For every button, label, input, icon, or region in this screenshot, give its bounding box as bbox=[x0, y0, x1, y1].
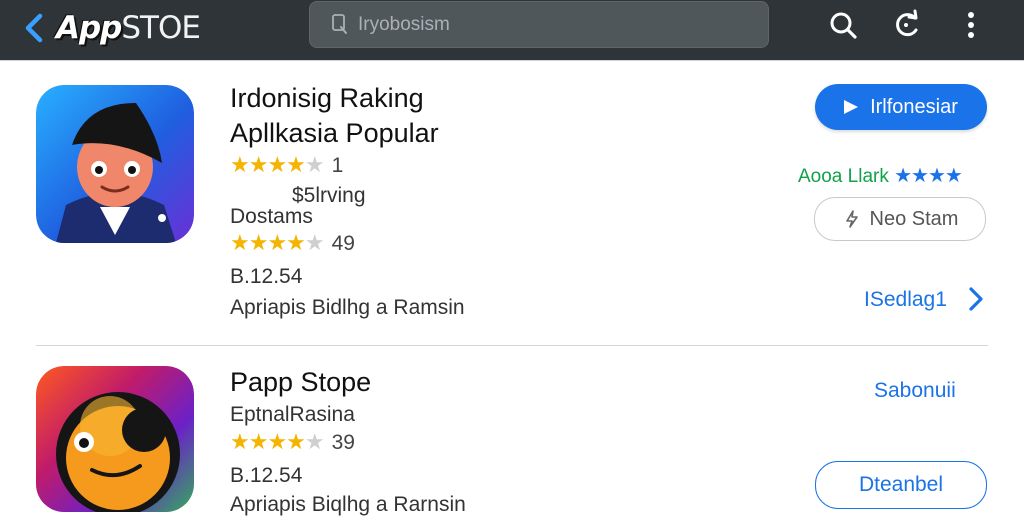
brand-part1: App bbox=[56, 10, 122, 46]
search-field-icon bbox=[332, 14, 347, 34]
app-version: B.12.54 bbox=[230, 464, 303, 487]
app-version: B.12.54 bbox=[230, 265, 303, 288]
app-category: Dostams bbox=[230, 205, 313, 228]
developer-label: Aooa Llark bbox=[798, 166, 889, 187]
rating-count: 49 bbox=[331, 232, 355, 255]
play-icon bbox=[844, 100, 859, 114]
rating-stars: ★★★★★ 49 bbox=[230, 230, 355, 256]
search-icon[interactable] bbox=[828, 8, 858, 42]
app-description: Apriapis Bidlhg a Ramsin bbox=[230, 296, 465, 319]
open-button-label: Dteanbel bbox=[858, 473, 944, 496]
secondary-button[interactable]: Neo Stam bbox=[814, 197, 986, 241]
details-link[interactable]: ISedlag1 bbox=[864, 288, 947, 312]
rating-stars: ★★★★★ 1 bbox=[230, 152, 344, 178]
brand-part2: STOE bbox=[121, 10, 201, 46]
developer-rating: Aooa Llark ★★★★ bbox=[798, 163, 963, 188]
rating-count: 1 bbox=[331, 154, 344, 177]
rating-stars: ★★★★★ 39 bbox=[230, 429, 355, 455]
app-category: EptnalRasina bbox=[230, 403, 355, 426]
chevron-left-icon[interactable] bbox=[18, 10, 54, 46]
top-bar: AppSTOE bbox=[0, 0, 1024, 61]
app-title-line1[interactable]: Irdonisig Raking bbox=[230, 80, 424, 116]
more-vert-icon[interactable] bbox=[956, 8, 986, 42]
app-icon-2[interactable] bbox=[36, 366, 194, 512]
install-button[interactable]: Irlfonesiar bbox=[815, 84, 987, 130]
chevron-right-icon[interactable] bbox=[964, 284, 988, 314]
open-button[interactable]: Dteanbel bbox=[815, 461, 987, 509]
rating-count: 39 bbox=[331, 431, 355, 454]
install-button-label: Irlfonesiar bbox=[870, 95, 958, 118]
app-title-line2[interactable]: Apllkasia Popular bbox=[230, 115, 439, 151]
list-divider bbox=[36, 345, 988, 346]
details-link[interactable]: Sabonuii bbox=[874, 379, 956, 403]
bolt-icon bbox=[845, 210, 858, 228]
search-input[interactable] bbox=[356, 10, 740, 40]
app-logo: AppSTOE bbox=[56, 6, 201, 50]
app-title[interactable]: Papp Stope bbox=[230, 364, 371, 400]
app-icon-1[interactable] bbox=[36, 85, 194, 243]
developer-stars: ★★★★ bbox=[894, 165, 963, 187]
app-description: Apriapis Biqlhg a Rarnsin bbox=[230, 493, 466, 516]
secondary-button-label: Neo Stam bbox=[869, 207, 959, 230]
refresh-icon[interactable] bbox=[891, 8, 921, 42]
search-bar[interactable] bbox=[309, 1, 769, 48]
